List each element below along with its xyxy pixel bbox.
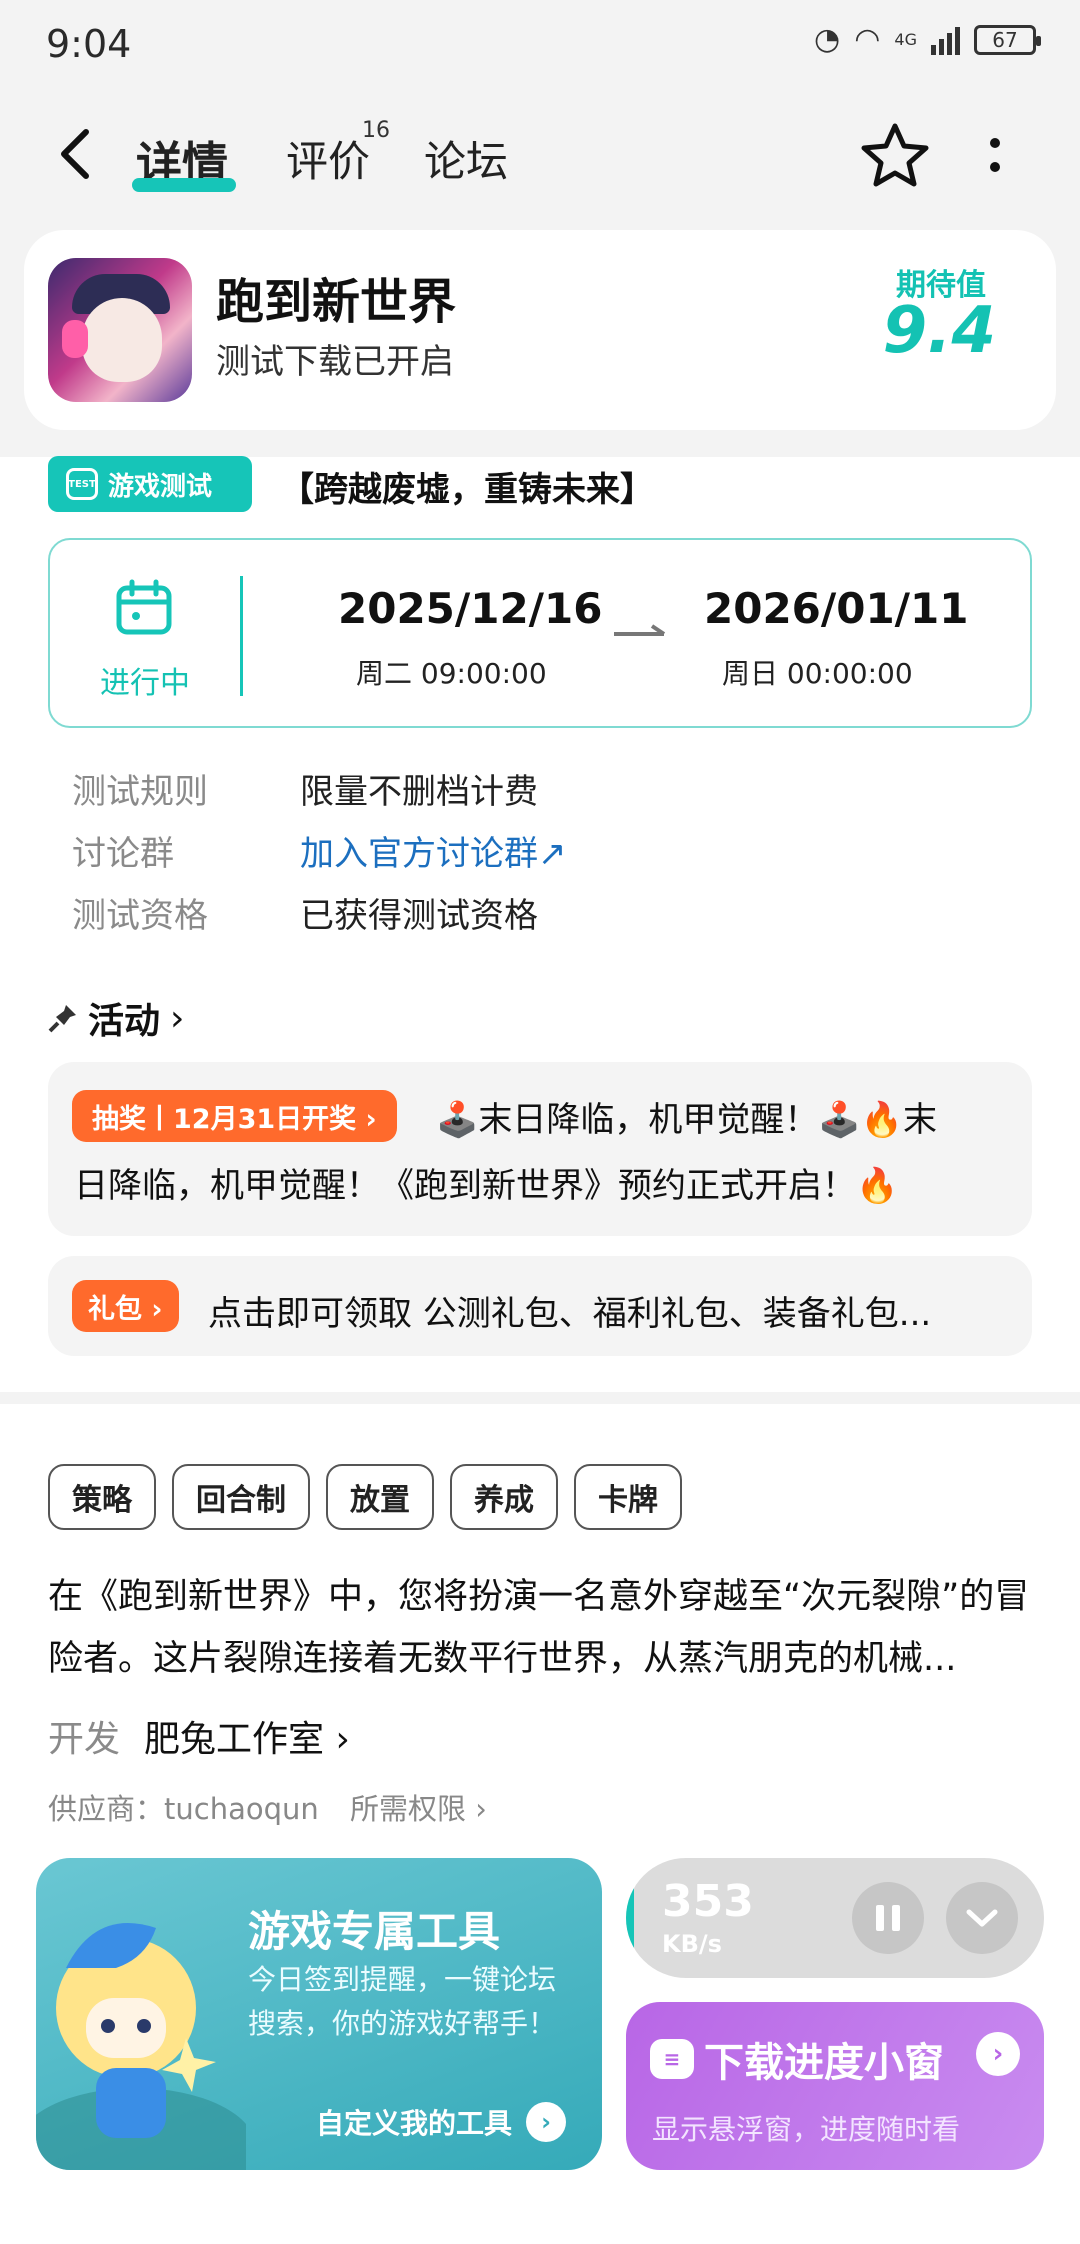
- download-speed-unit: KB/s: [662, 1930, 722, 1958]
- to-arrow-icon: [614, 624, 666, 636]
- pause-download-button[interactable]: [852, 1882, 924, 1954]
- chevron-down-icon[interactable]: [946, 1882, 1018, 1954]
- clock: 9:04: [46, 22, 132, 66]
- chevron-right-icon: ›: [170, 997, 185, 1039]
- customize-tools-label: 自定义我的工具: [316, 2107, 513, 2140]
- game-test-badge: TEST 游戏测试: [48, 456, 252, 512]
- top-nav: 详情 评价 16 论坛: [0, 90, 1080, 225]
- lottery-activity-card[interactable]: 抽奖丨12月31日开奖 › 🕹️末日降临，机甲觉醒！🕹️🔥末 日降临，机甲觉醒！…: [48, 1062, 1032, 1236]
- float-window-title: 下载进度小窗: [704, 2040, 944, 2086]
- favorite-star-icon[interactable]: [860, 120, 930, 190]
- activity-title: 活动: [88, 1001, 161, 1042]
- app-subtitle: 测试下载已开启: [216, 342, 454, 382]
- start-date: 2025/12/16: [338, 584, 603, 633]
- more-options-icon[interactable]: [980, 138, 1010, 178]
- calendar-icon: [116, 579, 172, 635]
- customize-tools-button[interactable]: 自定义我的工具 ›: [316, 2102, 567, 2142]
- back-arrow-icon[interactable]: [58, 128, 92, 192]
- tag-strategy[interactable]: 策略: [48, 1464, 156, 1530]
- test-schedule-box: 进行中 2025/12/16 周二 09:00:00 2026/01/11 周日…: [48, 538, 1032, 728]
- download-speed-widget[interactable]: 353 KB/s: [626, 1858, 1044, 1978]
- tools-title: 游戏专属工具: [248, 1907, 501, 1956]
- app-name: 跑到新世界: [216, 274, 457, 330]
- arrow-right-icon[interactable]: ›: [976, 2032, 1020, 2076]
- signal-icon: [931, 25, 960, 55]
- pin-icon: [48, 1005, 76, 1033]
- network-type: 4G: [894, 30, 917, 49]
- progress-accent: [626, 1858, 634, 1978]
- app-info-card: 跑到新世界 测试下载已开启 期待值 9.4: [24, 230, 1056, 430]
- float-window-subtitle: 显示悬浮窗，进度随时看: [652, 2113, 961, 2146]
- float-window-title-row: ≡ 下载进度小窗: [650, 2030, 944, 2088]
- test-rule-row: 测试规则 限量不删档计费: [72, 764, 538, 813]
- tag-idle[interactable]: 放置: [326, 1464, 434, 1530]
- start-time: 周二 09:00:00: [356, 657, 547, 690]
- status-icons: ◔ ◠ 4G 67: [814, 22, 1041, 57]
- activity-header[interactable]: 活动 ›: [48, 992, 184, 1044]
- end-time: 周日 00:00:00: [722, 657, 913, 690]
- arrow-right-icon: ›: [526, 2102, 567, 2142]
- discussion-group-row: 讨论群 加入官方讨论群↗: [72, 826, 567, 875]
- expectation-score: 9.4: [882, 294, 996, 368]
- section-separator: [0, 1392, 1080, 1404]
- app-icon: [48, 258, 192, 402]
- reviews-count-badge: 16: [362, 118, 390, 143]
- tab-forum[interactable]: 论坛: [424, 128, 508, 189]
- join-group-link[interactable]: 加入官方讨论群↗: [300, 834, 567, 874]
- gift-pack-card[interactable]: 礼包 › 点击即可领取 公测礼包、福利礼包、装备礼包...: [48, 1256, 1032, 1356]
- permissions-link[interactable]: 所需权限 ›: [350, 1786, 487, 1828]
- test-icon: TEST: [66, 468, 98, 500]
- wifi-icon: ◠: [854, 22, 881, 57]
- lottery-text-line1: 🕹️末日降临，机甲觉醒！🕹️🔥末: [436, 1100, 938, 1140]
- test-status: 进行中: [100, 666, 190, 701]
- tools-description: 今日签到提醒，一键论坛搜索，你的游戏好帮手！: [248, 1963, 557, 2040]
- developer-row[interactable]: 开发 肥兔工作室 ›: [48, 1710, 350, 1762]
- mascot-illustration: [36, 1923, 246, 2170]
- game-test-label: 游戏测试: [108, 471, 213, 502]
- row-key: 讨论群: [72, 834, 174, 874]
- row-value: 限量不删档计费: [300, 772, 538, 812]
- developer-label: 开发: [48, 1719, 121, 1760]
- tag-card[interactable]: 卡牌: [574, 1464, 682, 1530]
- test-title: 【跨越废墟，重铸未来】: [280, 470, 654, 510]
- gift-text: 点击即可领取 公测礼包、福利礼包、装备礼包...: [208, 1294, 932, 1334]
- genre-tags: 策略 回合制 放置 养成 卡牌: [48, 1464, 682, 1530]
- end-date: 2026/01/11: [704, 584, 969, 633]
- active-tab-indicator: [132, 178, 236, 192]
- gift-badge[interactable]: 礼包 ›: [72, 1280, 179, 1332]
- chat-bubble-icon: ≡: [650, 2039, 694, 2079]
- download-float-window-card[interactable]: ≡ 下载进度小窗 › 显示悬浮窗，进度随时看: [626, 2002, 1044, 2170]
- status-bar: 9:04 ◔ ◠ 4G 67: [0, 0, 1080, 90]
- lottery-badge[interactable]: 抽奖丨12月31日开奖 ›: [72, 1090, 397, 1142]
- lottery-text-line2: 日降临，机甲觉醒！《跑到新世界》预约正式开启！🔥: [74, 1166, 899, 1206]
- battery-icon: 67: [974, 24, 1041, 55]
- game-tools-card[interactable]: 游戏专属工具 今日签到提醒，一键论坛搜索，你的游戏好帮手！ 自定义我的工具 ›: [36, 1858, 602, 2170]
- speedometer-icon: ◔: [814, 22, 841, 57]
- divider: [240, 576, 243, 696]
- developer-name: 肥兔工作室 ›: [144, 1719, 350, 1760]
- download-speed-value: 353: [662, 1876, 754, 1927]
- tab-reviews[interactable]: 评价: [286, 128, 370, 189]
- row-value: 已获得测试资格: [300, 896, 538, 936]
- row-key: 测试资格: [72, 896, 208, 936]
- tag-raising[interactable]: 养成: [450, 1464, 558, 1530]
- row-key: 测试规则: [72, 772, 208, 812]
- test-qualification-row: 测试资格 已获得测试资格: [72, 888, 538, 937]
- supplier-text: 供应商：tuchaoqun: [48, 1792, 319, 1826]
- game-description[interactable]: 在《跑到新世界》中，您将扮演一名意外穿越至“次元裂隙”的冒险者。这片裂隙连接着无…: [48, 1566, 1032, 1690]
- tag-turn-based[interactable]: 回合制: [172, 1464, 310, 1530]
